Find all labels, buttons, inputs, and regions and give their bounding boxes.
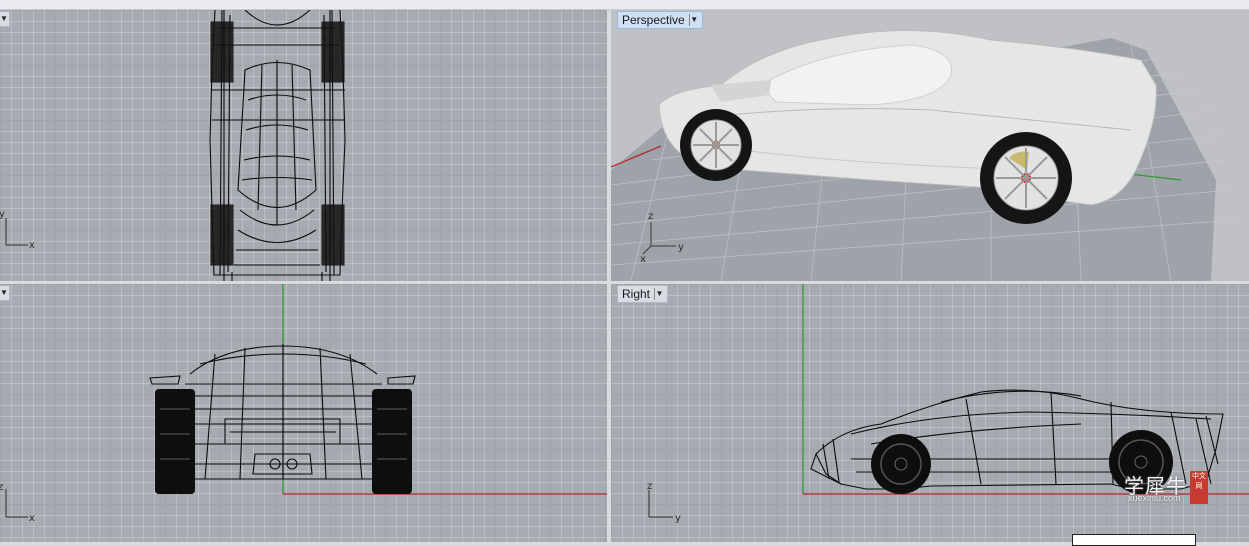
axis-x-label: x bbox=[29, 240, 35, 251]
viewport-perspective[interactable]: z y x Perspective ▼ bbox=[611, 10, 1249, 281]
chevron-down-icon[interactable]: ▼ bbox=[654, 288, 664, 300]
watermark-url: xuexiniu.com bbox=[1128, 493, 1181, 503]
watermark-badge: 中文网 bbox=[1190, 471, 1208, 504]
viewport-label-right[interactable]: Right ▼ bbox=[617, 285, 669, 303]
viewport-front[interactable]: ▼ x z bbox=[0, 284, 607, 542]
axis-x-label: x bbox=[29, 513, 35, 524]
status-box bbox=[1072, 534, 1196, 546]
viewport-title: Right bbox=[622, 287, 651, 301]
perspective-scene: z y x bbox=[611, 29, 1237, 281]
viewport-right[interactable]: z y Right ▼ bbox=[611, 284, 1249, 542]
viewport-title: Perspective bbox=[622, 13, 685, 27]
right-view-wireframe: z y bbox=[647, 284, 1249, 524]
viewport-top[interactable]: ▼ x y bbox=[0, 10, 607, 281]
axis-y-label: y bbox=[675, 513, 681, 524]
window-top-strip bbox=[0, 0, 1249, 10]
viewport-label-perspective[interactable]: Perspective ▼ bbox=[617, 11, 703, 29]
axis-z-label: z bbox=[0, 482, 3, 493]
axis-z-label: z bbox=[647, 481, 652, 492]
top-view-wireframe: x y bbox=[0, 10, 346, 281]
axis-y-label: y bbox=[678, 242, 684, 253]
axis-x-label: x bbox=[640, 254, 646, 265]
chevron-down-icon[interactable]: ▼ bbox=[688, 14, 699, 26]
axis-y-label: y bbox=[0, 209, 5, 220]
front-view-wireframe: x z bbox=[0, 284, 607, 524]
axis-z-label: z bbox=[648, 211, 653, 222]
